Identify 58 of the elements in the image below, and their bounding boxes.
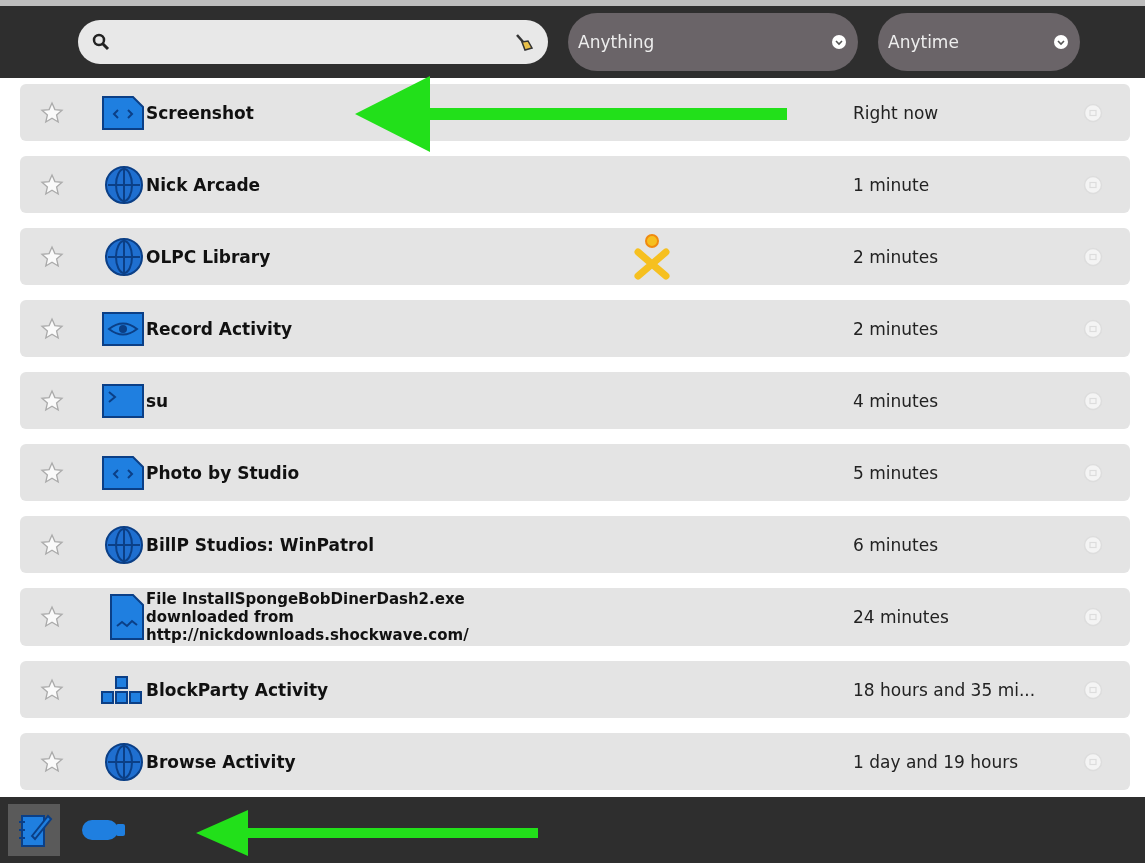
entry-title: BillP Studios: WinPatrol — [146, 534, 374, 555]
entry-time: 2 minutes — [853, 246, 940, 267]
star-icon[interactable] — [40, 244, 64, 269]
entry-time: 1 minute — [853, 174, 931, 195]
star-icon[interactable] — [40, 388, 64, 413]
star-icon[interactable] — [40, 749, 64, 774]
search-icon — [92, 33, 110, 51]
brush-icon[interactable] — [514, 32, 534, 52]
blocks-icon — [100, 674, 144, 705]
entry-title: BlockParty Activity — [146, 679, 329, 700]
caret-icon — [832, 35, 846, 49]
star-icon[interactable] — [40, 316, 64, 341]
file-icon — [110, 594, 144, 640]
journal-entry[interactable]: Record Activity 2 minutes — [20, 300, 1130, 357]
entry-title: Photo by Studio — [146, 462, 300, 483]
star-icon[interactable] — [40, 532, 64, 557]
entry-title: Nick Arcade — [146, 174, 261, 195]
entry-title: su — [146, 390, 169, 411]
filter-dropdown[interactable]: Anything — [568, 13, 858, 71]
document-icon — [102, 455, 144, 490]
search-field[interactable] — [78, 20, 548, 64]
entry-title: Record Activity — [146, 318, 293, 339]
eye-icon — [102, 311, 144, 346]
entry-title: OLPC Library — [146, 246, 271, 267]
star-icon[interactable] — [40, 460, 64, 485]
entry-time: 6 minutes — [853, 534, 940, 555]
journal-entry[interactable]: OLPC Library 2 minutes — [20, 228, 1130, 285]
caret-icon — [1054, 35, 1068, 49]
globe-icon — [104, 524, 144, 565]
journal-entry[interactable]: File InstallSpongeBobDinerDash2.exe downloaded from http://nickdownloads.shockwave.com/ 24 minutes — [20, 588, 1130, 646]
star-icon[interactable] — [40, 677, 64, 702]
entry-title: Screenshot — [146, 102, 254, 123]
filter-dropdown[interactable]: Anytime — [878, 13, 1080, 71]
globe-icon — [104, 741, 144, 782]
entry-title: Browse Activity — [146, 751, 296, 772]
journal-button[interactable] — [8, 804, 60, 856]
entry-time: Right now — [853, 102, 940, 123]
entry-title: File InstallSpongeBobDinerDash2.exe downloaded from http://nickdownloads.shockwave.com/ — [146, 590, 470, 644]
globe-icon — [104, 236, 144, 277]
entry-time: 5 minutes — [853, 462, 940, 483]
journal-entry[interactable]: BlockParty Activity 18 hours and 35 mi... — [20, 661, 1130, 718]
journal-entry[interactable]: su 4 minutes — [20, 372, 1130, 429]
xo-icon — [632, 232, 672, 280]
entry-time: 1 day and 19 hours — [853, 751, 1020, 772]
entry-time: 18 hours and 35 mi... — [853, 679, 1037, 700]
star-icon[interactable] — [40, 100, 64, 125]
star-icon[interactable] — [40, 172, 64, 197]
journal-entry[interactable]: Browse Activity 1 day and 19 hours — [20, 733, 1130, 790]
entry-time: 4 minutes — [853, 390, 940, 411]
journal-entry[interactable]: BillP Studios: WinPatrol 6 minutes — [20, 516, 1130, 573]
document-icon — [102, 95, 144, 130]
terminal-icon — [102, 383, 144, 418]
entry-time: 24 minutes — [853, 607, 950, 627]
star-icon[interactable] — [40, 605, 64, 629]
journal-entry[interactable]: Photo by Studio 5 minutes — [20, 444, 1130, 501]
entry-time: 2 minutes — [853, 318, 940, 339]
globe-icon — [104, 164, 144, 205]
journal-entry[interactable]: Nick Arcade 1 minute — [20, 156, 1130, 213]
